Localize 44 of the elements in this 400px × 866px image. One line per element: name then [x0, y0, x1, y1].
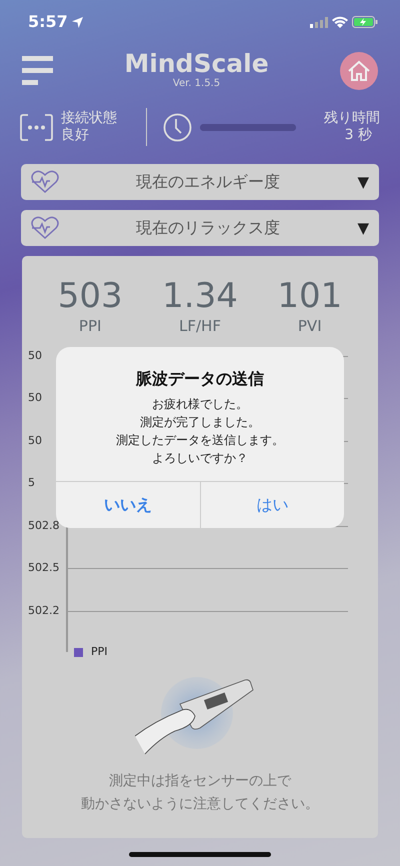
- legend-label: PPI: [91, 644, 108, 660]
- version-label: Ver. 1.5.5: [172, 77, 222, 91]
- axis-tick-label: 50: [27, 432, 43, 449]
- connection-value: 良好: [61, 127, 90, 144]
- wifi-icon: [332, 16, 348, 28]
- clock-icon: [162, 112, 192, 142]
- dropdown-arrow: ▼: [357, 218, 369, 239]
- dialog-message: 測定が完了しました。: [139, 414, 261, 431]
- dialog-title: 脈波データの送信: [134, 368, 265, 390]
- remaining-label: 残り時間: [324, 110, 380, 127]
- signal-icon: [310, 16, 328, 28]
- dialog-message: お疲れ様でした。: [151, 396, 249, 413]
- home-icon: [347, 60, 371, 82]
- metric-label: LF/HF: [178, 316, 222, 338]
- metric-label: PPI: [78, 316, 102, 338]
- battery-icon: [352, 16, 378, 28]
- dropdown[interactable]: 現在のリラックス度 ▼: [21, 210, 379, 246]
- metric-value: 1.34: [162, 278, 238, 316]
- connection-icon: [20, 114, 53, 140]
- heart-rate-icon: [31, 170, 59, 194]
- axis-tick-label: 5: [27, 475, 36, 492]
- metric-label: PVI: [296, 316, 323, 338]
- metric-value: 101: [277, 278, 342, 316]
- instruction-text: 測定中は指をセンサーの上で: [108, 772, 292, 792]
- dialog-message: 測定したデータを送信します。: [115, 432, 285, 449]
- app-title: MindScale: [124, 51, 269, 76]
- status-time: 5:57: [28, 11, 68, 33]
- axis-tick-label: 502.2: [27, 602, 60, 619]
- menu-icon[interactable]: [22, 56, 53, 86]
- axis-tick-label: 50: [27, 348, 43, 364]
- dropdown[interactable]: 現在のエネルギー度 ▼: [21, 164, 379, 200]
- location-icon: [72, 16, 83, 28]
- axis-tick-label: 502.5: [27, 560, 60, 576]
- dropdown-arrow: ▼: [357, 172, 369, 193]
- legend-swatch-icon: [74, 648, 83, 657]
- dialog-message: よろしいですか？: [151, 450, 249, 467]
- instruction-text: 動かさないように注意してください。: [80, 794, 320, 814]
- connection-label: 接続状態: [61, 110, 117, 127]
- home-button[interactable]: [340, 52, 378, 90]
- heart-rate-icon: [31, 216, 59, 240]
- axis-tick-label: 502.8: [27, 518, 60, 534]
- axis-tick-label: 50: [27, 390, 43, 406]
- metric-value: 503: [58, 278, 123, 316]
- remaining-value: 3 秒: [344, 127, 373, 144]
